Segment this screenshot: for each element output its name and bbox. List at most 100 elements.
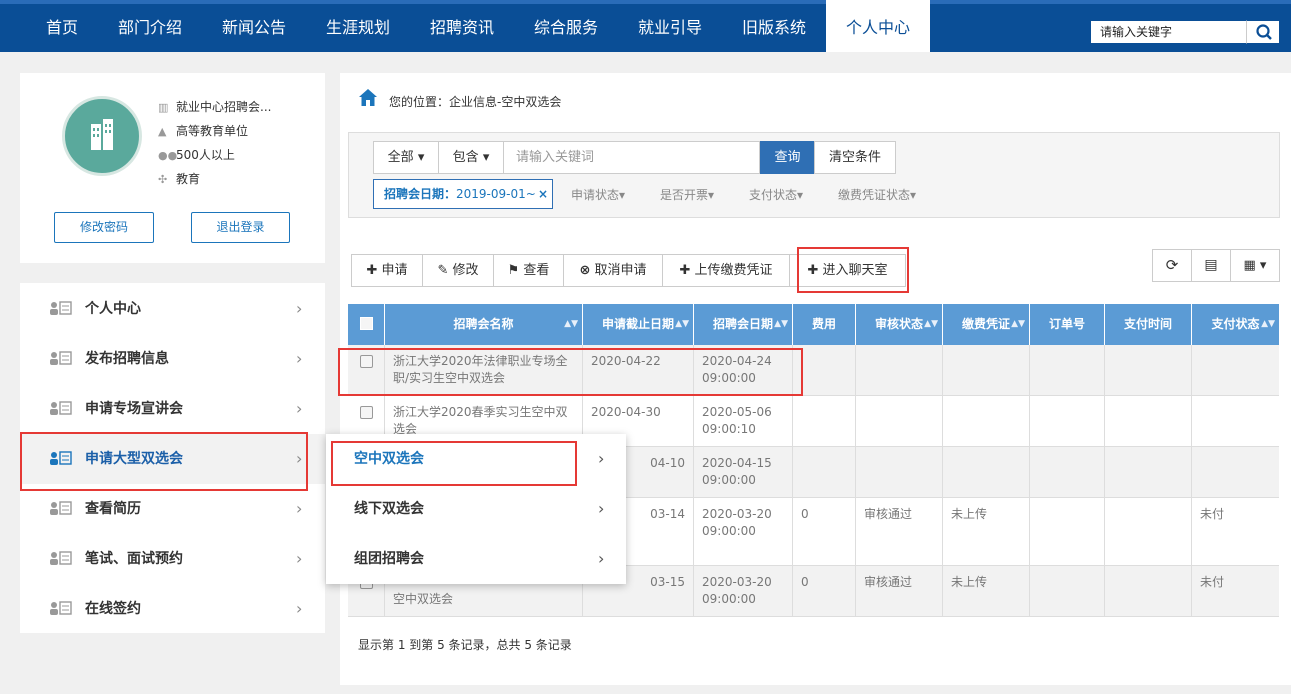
cancel-icon: ⊗ (579, 263, 591, 278)
match-dropdown[interactable]: 包含 ▾ (438, 141, 504, 174)
home-icon[interactable] (358, 88, 378, 108)
voucher-status-dropdown[interactable]: 缴费凭证状态▾ (838, 186, 916, 203)
chevron-right-icon: › (296, 299, 303, 318)
nav-item-departments[interactable]: 部门介绍 (100, 0, 200, 52)
nav-item-personal-center[interactable]: 个人中心 (826, 0, 930, 52)
columns-button[interactable]: ▦ ▾ (1230, 249, 1280, 282)
breadcrumb: 您的位置：企业信息-空中双选会 (389, 95, 562, 109)
col-header-label: 审核状态 (874, 317, 923, 331)
cell-date: 2020-05-06 09:00:10 (694, 396, 793, 446)
nav-item-services[interactable]: 综合服务 (516, 0, 616, 52)
nav-item-old-system[interactable]: 旧版系统 (724, 0, 824, 52)
row-checkbox[interactable] (360, 406, 373, 419)
submenu-item-online-fair[interactable]: 空中双选会 › (326, 434, 626, 484)
col-header-audit[interactable]: 审核状态 ▲▼ (856, 304, 943, 345)
building-icon (91, 119, 113, 150)
sidebar-item-interviews[interactable]: 笔试、面试预约 › (20, 534, 325, 584)
sidebar-item-label: 申请大型双选会 (85, 451, 183, 467)
date-tag-label: 招聘会日期： (384, 187, 457, 201)
close-icon[interactable]: × (538, 180, 548, 208)
enter-chat-button-label: 进入聊天室 (822, 263, 888, 278)
sidebar-item-post-jobs[interactable]: 发布招聘信息 › (20, 334, 325, 384)
cancel-apply-button[interactable]: ⊗ 取消申请 (563, 254, 663, 287)
apply-button[interactable]: ✚ 申请 (351, 254, 423, 287)
col-header-label: 招聘会日期 (712, 317, 773, 331)
nav-item-news[interactable]: 新闻公告 (204, 0, 304, 52)
invoice-dropdown[interactable]: 是否开票▾ (660, 186, 714, 203)
logout-button[interactable]: 退出登录 (191, 212, 290, 243)
select-all-checkbox[interactable] (359, 317, 373, 330)
table-row[interactable]: 浙江大学2020年法律职业专场全职/实习生空中双选会 2020-04-22 20… (348, 345, 1279, 396)
col-header-fee[interactable]: 费用 (793, 304, 856, 345)
cell-order (1030, 566, 1105, 616)
sort-icon: ▲▼ (924, 319, 938, 329)
nav-item-home[interactable]: 首页 (28, 0, 96, 52)
sidebar-item-personal-center[interactable]: 个人中心 › (20, 284, 325, 334)
apply-status-dropdown[interactable]: 申请状态▾ (571, 186, 625, 203)
col-header-label: 费用 (811, 317, 836, 331)
edit-button[interactable]: ✎ 修改 (422, 254, 494, 287)
clear-button[interactable]: 清空条件 (814, 141, 896, 174)
sidebar-item-presentation[interactable]: 申请专场宣讲会 › (20, 384, 325, 434)
cell-paystatus: 未付 (1200, 575, 1225, 589)
info-industry: ✣ 教育 (158, 171, 200, 187)
col-header-label: 招聘会名称 (453, 317, 514, 331)
voucher-status-label: 缴费凭证状态 (838, 188, 911, 202)
caret-down-icon: ▾ (797, 188, 804, 202)
col-header-order[interactable]: 订单号 (1030, 304, 1105, 345)
nav-item-guide[interactable]: 就业引导 (620, 0, 720, 52)
col-header-paytime[interactable]: 支付时间 (1105, 304, 1192, 345)
apply-status-label: 申请状态 (571, 188, 620, 202)
col-header-label: 订单号 (1048, 317, 1085, 331)
upload-voucher-button[interactable]: ✚ 上传缴费凭证 (662, 254, 790, 287)
edit-button-label: 修改 (452, 263, 479, 278)
sort-icon: ▲▼ (675, 319, 689, 329)
view-button[interactable]: ⚑ 查看 (493, 254, 564, 287)
person-list-icon (50, 451, 72, 465)
edit-icon: ✎ (437, 263, 449, 278)
cell-paytime (1105, 345, 1192, 395)
col-header-name[interactable]: 招聘会名称 ▲▼ (385, 304, 583, 345)
nav-item-career[interactable]: 生涯规划 (308, 0, 408, 52)
col-header-deadline[interactable]: 申请截止日期 ▲▼ (583, 304, 694, 345)
search-button[interactable] (1246, 20, 1280, 44)
cell-date: 2020-04-24 09:00:00 (694, 345, 793, 395)
col-header-label: 支付状态 (1211, 317, 1260, 331)
chevron-right-icon: › (598, 499, 605, 518)
pay-status-label: 支付状态 (749, 188, 798, 202)
search-input[interactable] (1091, 21, 1246, 43)
sidebar-item-label: 查看简历 (85, 501, 141, 517)
query-button[interactable]: 查询 (760, 141, 815, 174)
nav-item-jobs[interactable]: 招聘资讯 (412, 0, 512, 52)
enter-chat-button[interactable]: ✚ 进入聊天室 (789, 254, 906, 287)
refresh-button[interactable]: ⟳ (1152, 249, 1192, 282)
submenu-item-group-recruitment[interactable]: 组团招聘会 › (326, 534, 626, 584)
graduation-cap-icon: ▲ (158, 125, 167, 138)
cancel-apply-button-label: 取消申请 (594, 263, 647, 278)
cell-fee: 0 (793, 566, 856, 616)
col-header-paystatus[interactable]: 支付状态 ▲▼ (1192, 304, 1279, 345)
submenu-item-offline-fair[interactable]: 线下双选会 › (326, 484, 626, 534)
pay-status-dropdown[interactable]: 支付状态▾ (749, 186, 803, 203)
refresh-icon: ⟳ (1165, 256, 1179, 274)
sidebar-item-job-fair[interactable]: 申请大型双选会 › (20, 434, 325, 484)
cell-date: 2020-03-20 09:00:00 (694, 498, 793, 565)
row-checkbox[interactable] (360, 355, 373, 368)
chevron-right-icon: › (296, 449, 303, 468)
person-list-icon (50, 301, 72, 315)
sidebar-item-signing[interactable]: 在线签约 › (20, 584, 325, 634)
change-password-button[interactable]: 修改密码 (54, 212, 154, 243)
col-header-date[interactable]: 招聘会日期 ▲▼ (694, 304, 793, 345)
row-select-cell (348, 345, 385, 395)
scope-dropdown[interactable]: 全部 ▾ (373, 141, 439, 174)
invoice-label: 是否开票 (660, 188, 709, 202)
sidebar-item-resumes[interactable]: 查看简历 › (20, 484, 325, 534)
plus-icon: ✚ (807, 263, 819, 278)
toggle-view-button[interactable]: ▤ (1191, 249, 1231, 282)
date-filter-tag[interactable]: 招聘会日期：2019-09-01~ × (373, 179, 553, 209)
caret-down-icon: ▾ (708, 188, 715, 202)
col-header-voucher[interactable]: 缴费凭证 ▲▼ (943, 304, 1030, 345)
keyword-input[interactable] (503, 141, 760, 174)
chevron-right-icon: › (296, 499, 303, 518)
col-header-label: 支付时间 (1123, 317, 1172, 331)
